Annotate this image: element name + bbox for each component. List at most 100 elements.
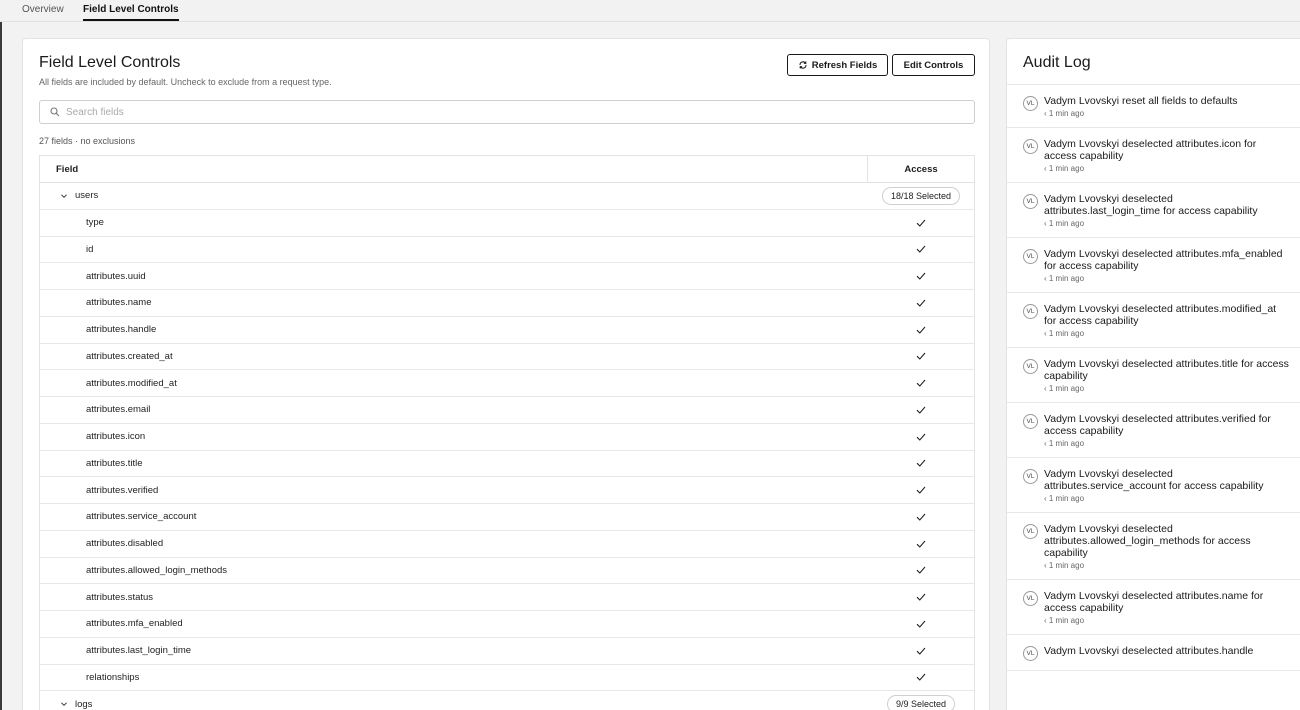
access-toggle[interactable] [868, 665, 974, 691]
audit-entry-time: ‹ 1 min ago [1044, 109, 1085, 118]
refresh-fields-label: Refresh Fields [811, 59, 878, 71]
checkmark-icon[interactable] [916, 672, 926, 682]
search-box [39, 100, 975, 124]
audit-entry-body: Vadym Lvovskyi deselected attributes.ico… [1044, 138, 1291, 173]
field-name: attributes.last_login_time [86, 645, 192, 657]
checkmark-icon[interactable] [916, 244, 926, 254]
access-toggle[interactable] [868, 424, 974, 450]
audit-entry: VL Vadym Lvovskyi deselected attributes.l… [1007, 183, 1300, 238]
avatar: VL [1023, 304, 1038, 319]
access-toggle[interactable] [868, 263, 974, 289]
access-toggle[interactable] [868, 477, 974, 503]
access-toggle[interactable] [868, 317, 974, 343]
access-toggle[interactable] [868, 638, 974, 664]
table-row: attributes.created_at [40, 344, 974, 371]
audit-entry: VL Vadym Lvovskyi deselected attributes.s… [1007, 458, 1300, 513]
access-toggle[interactable] [868, 531, 974, 557]
audit-entry-body: Vadym Lvovskyi reset all fields to defau… [1044, 95, 1291, 118]
field-name: attributes.uuid [86, 270, 146, 282]
audit-entry-body: Vadym Lvovskyi deselected attributes.han… [1044, 645, 1291, 661]
avatar: VL [1023, 469, 1038, 484]
access-toggle[interactable] [868, 504, 974, 530]
audit-entry-time: ‹ 1 min ago [1044, 274, 1085, 283]
chevron-down-icon[interactable] [60, 700, 68, 708]
table-row: relationships [40, 665, 974, 692]
avatar: VL [1023, 414, 1038, 429]
group-row-users[interactable]: users 18/18 Selected [40, 183, 974, 210]
checkmark-icon[interactable] [916, 485, 926, 495]
access-toggle[interactable] [868, 558, 974, 584]
field-name: attributes.verified [86, 484, 159, 496]
checkmark-icon[interactable] [916, 619, 926, 629]
audit-log-list: VL Vadym Lvovskyi reset all fields to def… [1007, 84, 1300, 671]
checkmark-icon[interactable] [916, 592, 926, 602]
edit-controls-button[interactable]: Edit Controls [892, 54, 975, 76]
chevron-down-icon[interactable] [60, 192, 68, 200]
table-row: attributes.handle [40, 317, 974, 344]
access-toggle[interactable] [868, 210, 974, 236]
access-toggle[interactable] [868, 370, 974, 396]
checkmark-icon[interactable] [916, 539, 926, 549]
audit-entry-body: Vadym Lvovskyi deselected attributes.las… [1044, 193, 1291, 228]
audit-entry: VL Vadym Lvovskyi deselected attributes.m… [1007, 293, 1300, 348]
audit-entry-text: Vadym Lvovskyi deselected attributes.tit… [1044, 358, 1289, 382]
checkmark-icon[interactable] [916, 351, 926, 361]
column-header-field: Field [40, 156, 868, 182]
search-input[interactable] [66, 106, 974, 118]
group-row-logs[interactable]: logs 9/9 Selected [40, 691, 974, 710]
checkmark-icon[interactable] [916, 565, 926, 575]
checkmark-icon[interactable] [916, 458, 926, 468]
access-toggle[interactable] [868, 397, 974, 423]
field-name: attributes.status [86, 591, 154, 603]
search-icon [50, 107, 60, 117]
access-toggle[interactable] [868, 451, 974, 477]
field-name: attributes.service_account [86, 511, 197, 523]
checkmark-icon[interactable] [916, 512, 926, 522]
table-body: users 18/18 Selected type id attributes.uuid… [40, 183, 974, 710]
access-toggle[interactable] [868, 290, 974, 316]
audit-entry-time: ‹ 1 min ago [1044, 384, 1085, 393]
audit-entry-body: Vadym Lvovskyi deselected attributes.mfa… [1044, 248, 1291, 283]
table-row: attributes.verified [40, 477, 974, 504]
audit-entry-body: Vadym Lvovskyi deselected attributes.mod… [1044, 303, 1291, 338]
tab-overview[interactable]: Overview [22, 4, 64, 19]
checkmark-icon[interactable] [916, 405, 926, 415]
column-header-access: Access [904, 163, 938, 175]
group-cell: users [40, 183, 868, 209]
avatar: VL [1023, 96, 1038, 111]
access-toggle[interactable] [868, 237, 974, 263]
tab-field-level-controls[interactable]: Field Level Controls [83, 4, 179, 21]
selected-count-badge: 18/18 Selected [881, 186, 961, 205]
table-row: attributes.disabled [40, 531, 974, 558]
access-toggle[interactable] [868, 611, 974, 637]
checkmark-icon[interactable] [916, 218, 926, 228]
checkmark-icon[interactable] [916, 325, 926, 335]
avatar: VL [1023, 591, 1038, 606]
field-name: attributes.modified_at [86, 377, 177, 389]
table-header: Field Access [40, 156, 974, 183]
access-toggle[interactable] [868, 584, 974, 610]
table-row: attributes.last_login_time [40, 638, 974, 665]
field-name: id [86, 243, 94, 255]
refresh-fields-button[interactable]: Refresh Fields [787, 54, 888, 76]
audit-entry-body: Vadym Lvovskyi deselected attributes.ver… [1044, 413, 1291, 448]
audit-entry-body: Vadym Lvovskyi deselected attributes.ser… [1044, 468, 1291, 503]
field-name: type [86, 217, 104, 229]
audit-entry-text: Vadym Lvovskyi deselected attributes.ser… [1044, 468, 1264, 492]
checkmark-icon[interactable] [916, 378, 926, 388]
audit-entry-text: Vadym Lvovskyi deselected attributes.ver… [1044, 413, 1271, 437]
field-name: attributes.email [86, 404, 151, 416]
audit-entry: VL Vadym Lvovskyi deselected attributes.i… [1007, 128, 1300, 183]
access-toggle[interactable] [868, 344, 974, 370]
audit-log-panel: Audit Log VL Vadym Lvovskyi reset all fie… [1006, 38, 1300, 710]
avatar: VL [1023, 139, 1038, 154]
audit-entry-text: Vadym Lvovskyi deselected attributes.mod… [1044, 303, 1277, 327]
checkmark-icon[interactable] [916, 271, 926, 281]
checkmark-icon[interactable] [916, 298, 926, 308]
group-name: logs [75, 698, 93, 710]
checkmark-icon[interactable] [916, 432, 926, 442]
page-subtitle: All fields are included by default. Unch… [39, 77, 332, 87]
audit-entry: VL Vadym Lvovskyi deselected attributes.a… [1007, 513, 1300, 580]
audit-entry-text: Vadym Lvovskyi deselected attributes.all… [1044, 523, 1251, 559]
checkmark-icon[interactable] [916, 646, 926, 656]
